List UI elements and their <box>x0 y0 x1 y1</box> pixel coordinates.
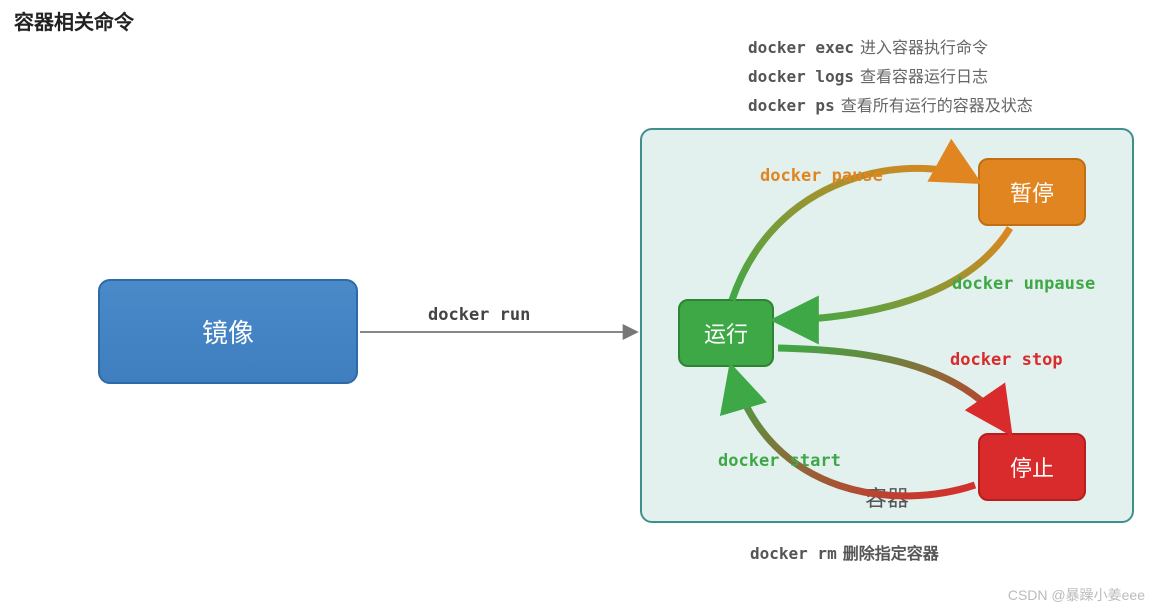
node-image: 镜像 <box>98 279 358 384</box>
node-run-label: 运行 <box>704 317 748 349</box>
top-command-list: docker exec进入容器执行命令 docker logs查看容器运行日志 … <box>748 34 1033 121</box>
edge-label-pause: docker pause <box>760 166 883 186</box>
cmd-text: docker exec <box>748 38 854 57</box>
cmd-desc: 查看容器运行日志 <box>860 69 988 86</box>
cmd-desc: 查看所有运行的容器及状态 <box>841 98 1033 115</box>
edge-label-start: docker start <box>718 451 841 471</box>
edge-label-run: docker run <box>428 305 530 325</box>
edge-label-stop: docker stop <box>950 350 1063 370</box>
node-image-label: 镜像 <box>202 313 254 350</box>
cmd-logs: docker logs 查看容器运行日志 <box>748 63 1033 92</box>
cmd-text: docker rm <box>750 544 837 563</box>
bottom-command: docker rm 删除指定容器 <box>750 540 939 564</box>
cmd-exec: docker exec 进入容器执行命令 <box>748 34 1033 63</box>
node-stop: 停止 <box>978 433 1086 501</box>
cmd-desc: 删除指定容器 <box>843 544 939 563</box>
cmd-ps: docker ps 查看所有运行的容器及状态 <box>748 92 1033 121</box>
node-pause-label: 暂停 <box>1010 176 1054 208</box>
diagram-title: 容器相关命令 <box>14 6 134 35</box>
cmd-text: docker logs <box>748 67 854 86</box>
node-run: 运行 <box>678 299 774 367</box>
node-stop-label: 停止 <box>1010 451 1054 483</box>
watermark: CSDN @暴躁小姜eee <box>1008 585 1145 605</box>
node-pause: 暂停 <box>978 158 1086 226</box>
cmd-text: docker ps <box>748 96 835 115</box>
edge-label-unpause: docker unpause <box>952 274 1095 294</box>
cmd-desc: 进入容器执行命令 <box>860 40 988 57</box>
